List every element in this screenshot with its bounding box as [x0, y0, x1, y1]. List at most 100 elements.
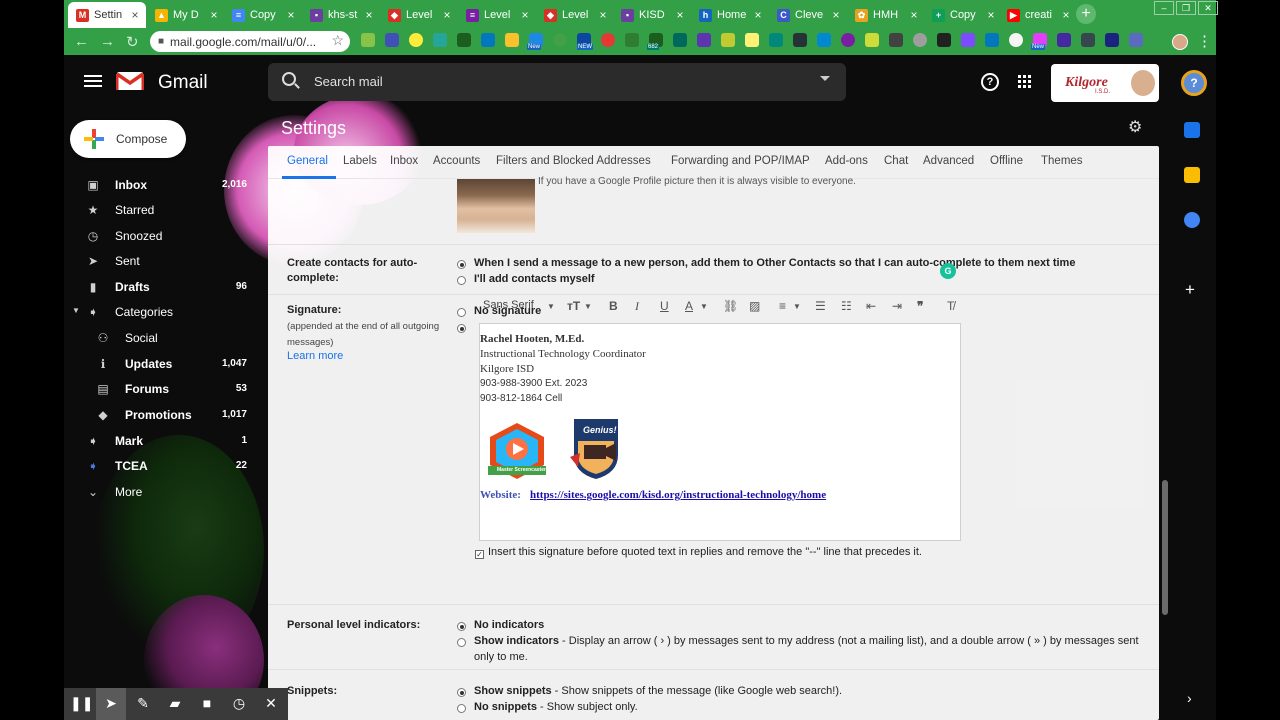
- no-snippets-radio[interactable]: [457, 704, 466, 713]
- nav-promotions[interactable]: ◆ Promotions 1,017: [64, 404, 259, 426]
- browser-menu-icon[interactable]: ⋮: [1197, 32, 1212, 50]
- search-options-icon[interactable]: [820, 76, 830, 81]
- search-icon[interactable]: [282, 72, 296, 86]
- profile-picture[interactable]: [457, 179, 535, 233]
- signature-radio[interactable]: [457, 324, 466, 333]
- font-select[interactable]: Sans Serif: [483, 299, 534, 311]
- extension-icon[interactable]: [961, 33, 975, 47]
- show-snippets-option[interactable]: Show snippets - Show snippets of the mes…: [474, 683, 842, 699]
- browser-tab[interactable]: ▶ creati ×: [999, 2, 1077, 28]
- extension-icon[interactable]: [697, 33, 711, 47]
- tab-general[interactable]: General: [287, 155, 328, 167]
- nav-social[interactable]: ⚇ Social: [64, 327, 259, 349]
- tab-chat[interactable]: Chat: [884, 155, 908, 167]
- extension-icon[interactable]: [625, 33, 639, 47]
- website-link[interactable]: https://sites.google.com/kisd.org/instru…: [530, 489, 826, 501]
- learn-more-link[interactable]: Learn more: [287, 350, 343, 362]
- extension-icon[interactable]: [1129, 33, 1143, 47]
- search-bar[interactable]: Search mail: [268, 63, 846, 101]
- nav-snoozed[interactable]: ◷ Snoozed: [64, 225, 259, 247]
- address-bar[interactable]: ■ mail.google.com/mail/u/0/... ☆: [150, 31, 350, 52]
- quote-icon[interactable]: ❞: [917, 299, 923, 313]
- extension-help-icon[interactable]: ?: [1181, 70, 1207, 96]
- text-color-icon[interactable]: A: [685, 299, 693, 313]
- apps-grid-icon[interactable]: [1018, 75, 1032, 89]
- autocomplete-option-add[interactable]: When I send a message to a new person, a…: [474, 255, 1075, 271]
- webcam-icon[interactable]: ■: [197, 695, 217, 711]
- close-icon[interactable]: ×: [440, 8, 454, 22]
- minimize-button[interactable]: –: [1154, 1, 1174, 15]
- extension-icon[interactable]: [1081, 33, 1095, 47]
- extension-icon[interactable]: [673, 33, 687, 47]
- extension-icon[interactable]: [841, 33, 855, 47]
- browser-tab[interactable]: ≡ Level ×: [458, 2, 536, 28]
- grammarly-icon[interactable]: G: [940, 263, 956, 279]
- forward-icon[interactable]: →: [100, 33, 115, 50]
- extension-icon[interactable]: [385, 33, 399, 47]
- extension-icon[interactable]: [745, 33, 759, 47]
- browser-tab[interactable]: ◆ Level ×: [536, 2, 614, 28]
- nav-mark[interactable]: ➧ Mark 1: [64, 430, 259, 452]
- tab-inbox[interactable]: Inbox: [390, 155, 418, 167]
- color-caret-icon[interactable]: ▼: [700, 302, 708, 311]
- new-tab-button[interactable]: +: [1076, 4, 1096, 24]
- extension-icon[interactable]: [433, 33, 447, 47]
- close-icon[interactable]: ×: [362, 8, 376, 22]
- expand-panel-icon[interactable]: ›: [1187, 690, 1192, 706]
- extension-icon[interactable]: [793, 33, 807, 47]
- organization-account-chip[interactable]: Kilgore I.S.D.: [1051, 64, 1159, 102]
- nav-categories[interactable]: ▼ ➧ Categories: [64, 301, 259, 323]
- browser-tab[interactable]: ≡ Copy ×: [224, 2, 302, 28]
- close-icon[interactable]: ×: [128, 8, 142, 22]
- pause-icon[interactable]: ❚❚: [70, 695, 93, 712]
- browser-tab[interactable]: ✿ HMH ×: [847, 2, 925, 28]
- browser-tab[interactable]: M Settin ×: [68, 2, 146, 28]
- bold-icon[interactable]: B: [609, 299, 618, 313]
- compose-button[interactable]: Compose: [70, 120, 186, 158]
- close-icon[interactable]: ×: [1059, 8, 1073, 22]
- extension-icon[interactable]: [1009, 33, 1023, 47]
- nav-drafts[interactable]: ▮ Drafts 96: [64, 276, 259, 298]
- tab-themes[interactable]: Themes: [1041, 155, 1083, 167]
- close-icon[interactable]: ×: [984, 8, 998, 22]
- tab-forwarding[interactable]: Forwarding and POP/IMAP: [671, 155, 810, 167]
- numbered-list-icon[interactable]: ☰: [815, 299, 826, 313]
- extension-icon[interactable]: [985, 33, 999, 47]
- tab-addons[interactable]: Add-ons: [825, 155, 868, 167]
- align-caret-icon[interactable]: ▼: [793, 302, 801, 311]
- signature-editor[interactable]: Rachel Hooten, M.Ed. Instructional Techn…: [479, 323, 961, 541]
- extension-icon[interactable]: [601, 33, 615, 47]
- help-icon[interactable]: ?: [981, 73, 999, 91]
- nav-starred[interactable]: ★ Starred: [64, 199, 259, 221]
- calendar-icon[interactable]: [1184, 122, 1200, 138]
- keep-icon[interactable]: [1184, 167, 1200, 183]
- show-indicators-radio[interactable]: [457, 638, 466, 647]
- no-snippets-option[interactable]: No snippets - Show subject only.: [474, 699, 638, 715]
- add-addon-icon[interactable]: +: [1185, 280, 1195, 300]
- browser-tab[interactable]: + Copy ×: [924, 2, 1002, 28]
- close-icon[interactable]: ×: [673, 8, 687, 22]
- extension-icon[interactable]: [553, 33, 567, 47]
- close-icon[interactable]: ×: [829, 8, 843, 22]
- tab-offline[interactable]: Offline: [990, 155, 1023, 167]
- account-avatar[interactable]: [1131, 70, 1155, 96]
- tab-advanced[interactable]: Advanced: [923, 155, 974, 167]
- extension-icon[interactable]: [913, 33, 927, 47]
- close-icon[interactable]: ×: [207, 8, 221, 22]
- italic-icon[interactable]: I: [635, 299, 639, 314]
- restore-button[interactable]: ❐: [1176, 1, 1196, 15]
- caret-down-icon[interactable]: ▼: [72, 306, 80, 315]
- close-icon[interactable]: ✕: [261, 695, 281, 712]
- autocomplete-radio-add[interactable]: [457, 260, 466, 269]
- tab-labels[interactable]: Labels: [343, 155, 377, 167]
- reload-icon[interactable]: ↻: [126, 33, 139, 51]
- page-scrollbar[interactable]: [1162, 480, 1168, 615]
- close-icon[interactable]: ×: [284, 8, 298, 22]
- search-input[interactable]: Search mail: [314, 74, 383, 89]
- tab-filters[interactable]: Filters and Blocked Addresses: [496, 155, 651, 167]
- extension-icon[interactable]: [937, 33, 951, 47]
- no-indicators-radio[interactable]: [457, 622, 466, 631]
- browser-tab[interactable]: h Home ×: [691, 2, 769, 28]
- nav-tcea[interactable]: ➧ TCEA 22: [64, 455, 259, 477]
- timer-icon[interactable]: ◷: [229, 695, 249, 712]
